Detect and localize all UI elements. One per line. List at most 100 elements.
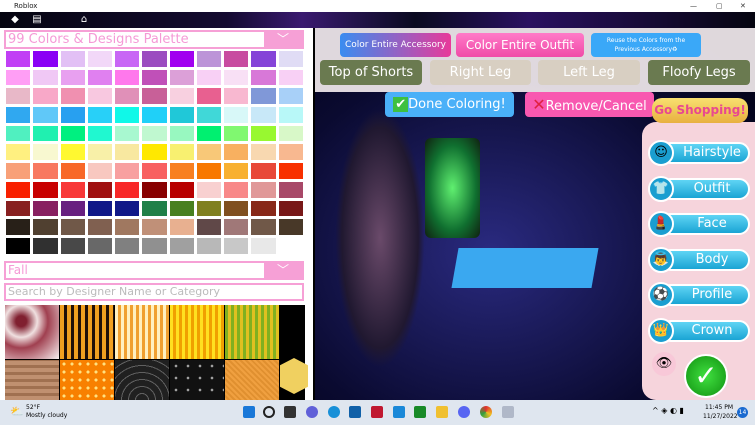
texture-green-yellow-stripes[interactable] xyxy=(225,305,279,359)
menu-hairstyle[interactable]: Hairstyle ☺ xyxy=(648,140,750,166)
color-swatch[interactable] xyxy=(277,143,304,162)
close-button[interactable]: ✕ xyxy=(740,0,746,12)
color-swatch[interactable] xyxy=(168,180,195,199)
color-swatch[interactable] xyxy=(114,199,141,218)
color-swatch[interactable] xyxy=(223,106,250,124)
color-swatch[interactable] xyxy=(59,87,86,106)
color-swatch[interactable] xyxy=(59,199,86,218)
xbox-icon[interactable] xyxy=(414,406,426,418)
color-swatch[interactable] xyxy=(114,124,141,143)
search-icon[interactable] xyxy=(263,406,275,418)
color-swatch[interactable] xyxy=(141,87,168,106)
color-swatch[interactable] xyxy=(114,162,141,180)
color-swatch[interactable] xyxy=(32,162,59,180)
color-swatch[interactable] xyxy=(195,199,223,218)
color-swatch[interactable] xyxy=(5,68,32,87)
color-swatch[interactable] xyxy=(195,143,223,162)
color-swatch[interactable] xyxy=(59,124,86,143)
color-swatch[interactable] xyxy=(195,180,223,199)
minimize-button[interactable]: — xyxy=(690,0,697,12)
color-swatch[interactable] xyxy=(250,162,277,180)
color-swatch[interactable] xyxy=(32,143,59,162)
color-swatch[interactable] xyxy=(141,124,168,143)
discord-icon[interactable] xyxy=(458,406,470,418)
color-swatch[interactable] xyxy=(250,106,277,124)
color-swatch[interactable] xyxy=(168,143,195,162)
color-swatch[interactable] xyxy=(141,143,168,162)
texture-spider-web-dark[interactable] xyxy=(115,360,169,400)
color-swatch[interactable] xyxy=(195,87,223,106)
color-swatch[interactable] xyxy=(141,218,168,236)
color-swatch[interactable] xyxy=(250,236,277,255)
texture-spider-web-stars[interactable] xyxy=(170,360,224,400)
color-swatch[interactable] xyxy=(5,143,32,162)
color-swatch[interactable] xyxy=(59,180,86,199)
menu-face[interactable]: Face 💄 xyxy=(648,211,750,237)
menu-outfit[interactable]: Outfit 👕 xyxy=(648,175,750,202)
color-swatch[interactable] xyxy=(250,218,277,236)
teams-icon[interactable] xyxy=(306,406,318,418)
color-swatch[interactable] xyxy=(223,180,250,199)
color-swatch[interactable] xyxy=(59,106,86,124)
color-swatch[interactable] xyxy=(86,124,114,143)
color-swatch[interactable] xyxy=(250,68,277,87)
color-swatch[interactable] xyxy=(277,106,304,124)
remove-cancel-button[interactable]: ✕Remove/Cancel xyxy=(525,92,654,117)
color-swatch[interactable] xyxy=(223,236,250,255)
color-swatch[interactable] xyxy=(250,143,277,162)
palette-dropdown[interactable]: 99 Colors & Designs Palette ﹀ xyxy=(4,30,304,49)
color-swatch[interactable] xyxy=(168,124,195,143)
color-swatch[interactable] xyxy=(250,50,277,68)
part-top-of-shorts[interactable]: Top of Shorts xyxy=(320,60,422,85)
color-swatch[interactable] xyxy=(141,162,168,180)
color-swatch[interactable] xyxy=(86,236,114,255)
color-swatch[interactable] xyxy=(195,236,223,255)
color-swatch[interactable] xyxy=(168,162,195,180)
menu-crown[interactable]: Crown 👑 xyxy=(648,317,750,344)
chevron-down-icon[interactable]: ﹀ xyxy=(264,32,302,47)
color-swatch[interactable] xyxy=(223,87,250,106)
color-swatch[interactable] xyxy=(5,236,32,255)
color-swatch[interactable] xyxy=(5,162,32,180)
store-icon[interactable] xyxy=(349,406,361,418)
color-swatch[interactable] xyxy=(86,218,114,236)
color-swatch[interactable] xyxy=(168,199,195,218)
texture-cream-orange-stripes[interactable] xyxy=(115,305,169,359)
color-swatch[interactable] xyxy=(223,68,250,87)
color-entire-outfit-button[interactable]: Color Entire Outfit xyxy=(456,33,584,57)
color-swatch[interactable] xyxy=(5,50,32,68)
color-swatch[interactable] xyxy=(168,106,195,124)
color-swatch[interactable] xyxy=(141,68,168,87)
color-swatch[interactable] xyxy=(277,180,304,199)
edge-icon[interactable] xyxy=(328,406,340,418)
color-swatch[interactable] xyxy=(277,162,304,180)
roblox-taskbar-icon[interactable] xyxy=(502,406,514,418)
color-swatch[interactable] xyxy=(168,50,195,68)
texture-orange-black-stripes[interactable] xyxy=(60,305,114,359)
color-swatch[interactable] xyxy=(114,180,141,199)
color-swatch[interactable] xyxy=(277,218,304,236)
mail-icon[interactable] xyxy=(393,406,405,418)
color-swatch[interactable] xyxy=(223,124,250,143)
file-explorer-icon[interactable] xyxy=(436,406,448,418)
color-swatch[interactable] xyxy=(5,106,32,124)
part-floofy-legs[interactable]: Floofy Legs xyxy=(648,60,750,85)
color-swatch[interactable] xyxy=(141,50,168,68)
color-swatch[interactable] xyxy=(195,218,223,236)
color-swatch[interactable] xyxy=(59,162,86,180)
color-swatch[interactable] xyxy=(195,124,223,143)
color-swatch[interactable] xyxy=(59,236,86,255)
color-swatch[interactable] xyxy=(86,106,114,124)
color-swatch[interactable] xyxy=(223,199,250,218)
tray-icons[interactable]: ^ ◈ ◐ ▮ xyxy=(652,406,684,415)
color-swatch[interactable] xyxy=(250,199,277,218)
color-swatch[interactable] xyxy=(32,87,59,106)
color-swatch[interactable] xyxy=(250,180,277,199)
color-swatch[interactable] xyxy=(5,180,32,199)
color-swatch[interactable] xyxy=(86,87,114,106)
go-shopping-button[interactable]: Go Shopping! xyxy=(652,98,748,123)
color-swatch[interactable] xyxy=(86,143,114,162)
color-swatch[interactable] xyxy=(32,199,59,218)
color-swatch[interactable] xyxy=(141,236,168,255)
color-swatch[interactable] xyxy=(32,218,59,236)
